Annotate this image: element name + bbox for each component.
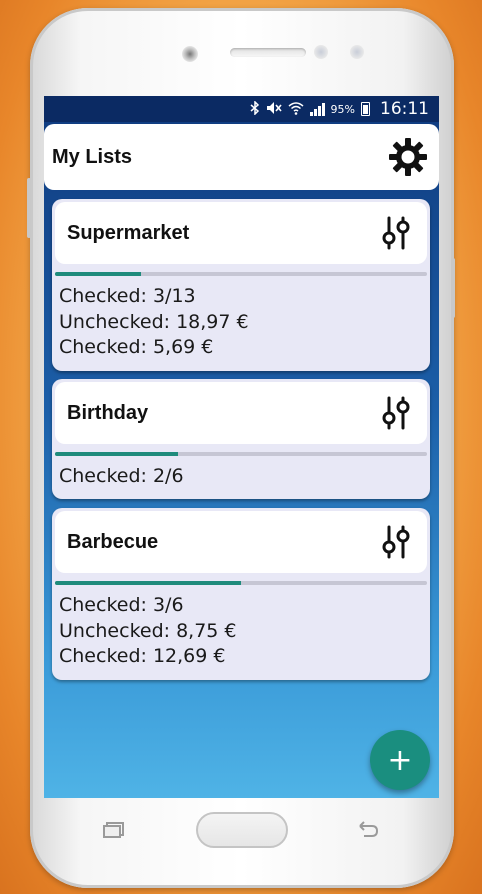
bluetooth-icon [250, 99, 260, 118]
list-title: Supermarket [67, 221, 190, 244]
volume-button [27, 178, 31, 238]
list-title: Birthday [67, 401, 149, 424]
list-stat-line: Unchecked: 18,97 € [59, 310, 249, 333]
list-card[interactable]: Supermarket Checked: 3/13 Unchecked: 18,… [52, 199, 430, 371]
proximity-sensor [314, 45, 328, 59]
add-icon: + [387, 742, 413, 778]
mute-icon [266, 101, 282, 118]
list-stat-line: Checked: 3/13 [59, 285, 196, 307]
list-stat-line: Checked: 12,69 € [59, 645, 226, 667]
signal-icon [309, 102, 325, 116]
earpiece-speaker [230, 48, 306, 57]
tune-icon[interactable] [379, 525, 413, 559]
list-card[interactable]: Barbecue Checked: 3/6 Unchecked: 8,75 € … [52, 508, 430, 680]
list-card-header[interactable]: Supermarket [55, 202, 427, 264]
tune-icon[interactable] [379, 396, 413, 430]
back-key-icon[interactable] [356, 820, 380, 838]
home-button[interactable] [196, 812, 288, 848]
power-button [451, 258, 455, 318]
list-progress-fill [55, 452, 178, 456]
tune-icon[interactable] [379, 216, 413, 250]
list-stats: Checked: 2/6 [59, 464, 184, 490]
list-progress-bar [55, 272, 427, 276]
list-progress-fill [55, 581, 241, 585]
list-progress-bar [55, 452, 427, 456]
list-stat-line: Checked: 5,69 € [59, 336, 214, 358]
list-card-header[interactable]: Barbecue [55, 511, 427, 573]
battery-percent: 95% [330, 102, 355, 116]
light-sensor [350, 45, 364, 59]
list-stat-line: Checked: 2/6 [59, 465, 184, 487]
list-card-header[interactable]: Birthday [55, 382, 427, 444]
gear-icon[interactable] [387, 136, 429, 178]
front-camera [182, 46, 198, 62]
list-progress-bar [55, 581, 427, 585]
battery-charging-icon [361, 102, 370, 116]
status-bar: 95% 16:11 [44, 96, 439, 122]
recent-apps-key[interactable] [102, 822, 128, 838]
page-title: My Lists [52, 145, 133, 168]
list-progress-fill [55, 272, 141, 276]
list-card[interactable]: Birthday Checked: 2/6 [52, 379, 430, 499]
list-title: Barbecue [67, 530, 159, 553]
app-header: My Lists [44, 124, 439, 190]
list-stats: Checked: 3/13 Unchecked: 18,97 € Checked… [59, 284, 249, 361]
wifi-icon [288, 101, 304, 118]
list-stat-line: Unchecked: 8,75 € [59, 619, 237, 642]
add-list-button[interactable]: + [370, 730, 430, 790]
list-stats: Checked: 3/6 Unchecked: 8,75 € Checked: … [59, 593, 237, 670]
list-stat-line: Checked: 3/6 [59, 594, 184, 616]
app-screen: 95% 16:11 My Lists Supermarket Checked: … [44, 96, 439, 798]
status-time: 16:11 [380, 99, 429, 119]
